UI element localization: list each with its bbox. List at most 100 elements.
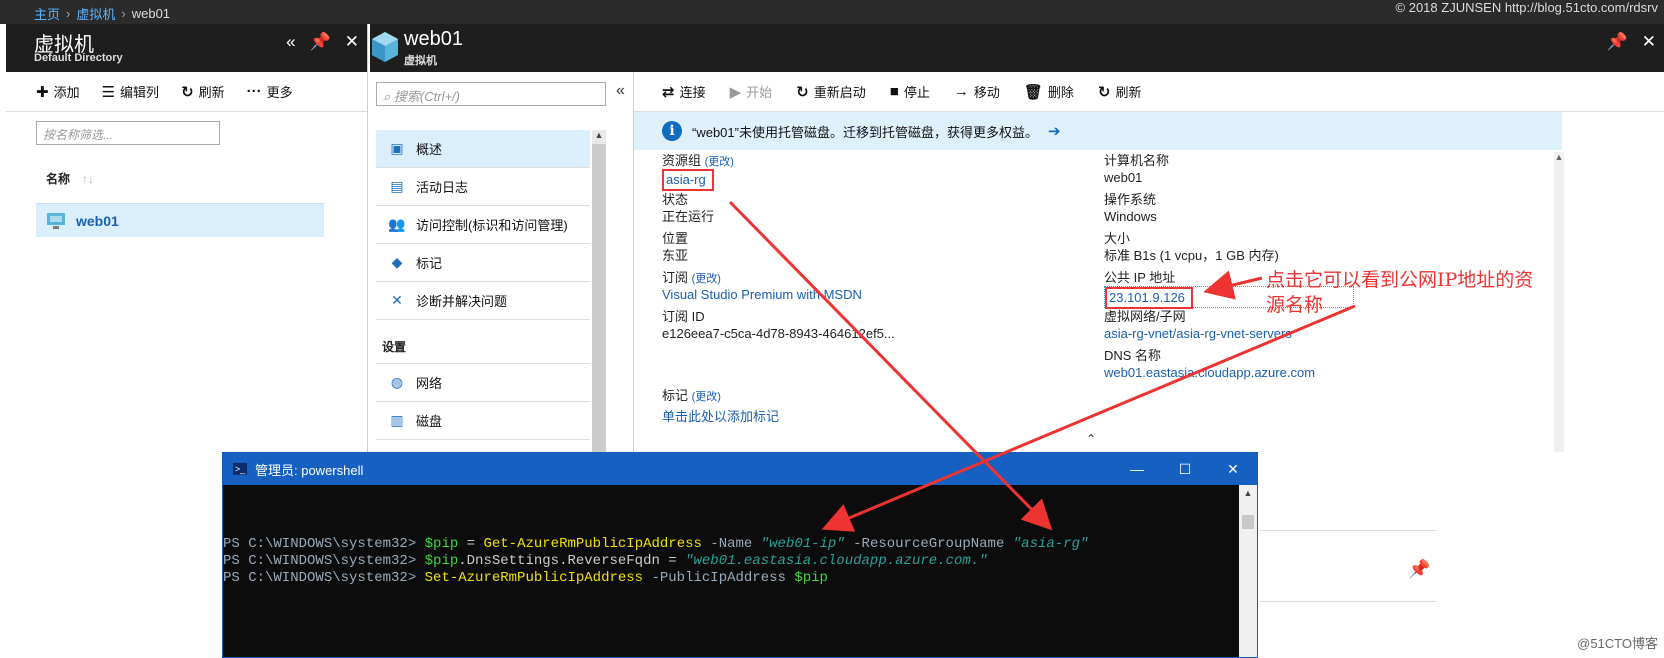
notice-text: “web01”未使用托管磁盘。迁移到托管磁盘，获得更多权益。 (692, 124, 1038, 140)
table-row[interactable]: web01 (36, 203, 324, 237)
breadcrumb: 主页 › 虚拟机 › web01 (34, 4, 170, 23)
search-input[interactable]: ⌕ 搜索(Ctrl+/) (376, 82, 606, 106)
toolbar-label: 停止 (903, 85, 930, 100)
pin-icon[interactable]: 📌 (1607, 32, 1628, 52)
filter-input[interactable]: 按名称筛选... (36, 121, 220, 145)
vm-action-toolbar: ⇄ 连接 ▶ 开始 ↻ 重新启动 ■ 停止 → 移动 🗑 删除 ↻ 刷新 (634, 72, 1664, 112)
vm-button-2[interactable]: ↻ 重新启动 (796, 82, 866, 101)
list-button-3[interactable]: ··· 更多 (247, 82, 293, 101)
scroll-up-icon[interactable]: ▲ (1239, 485, 1257, 498)
change-subscription-link[interactable]: (更改) (692, 273, 721, 285)
public-ip-link[interactable]: 23.101.9.126 (1105, 287, 1193, 309)
location-value: 东亚 (662, 248, 689, 263)
close-icon[interactable]: ✕ (345, 32, 359, 52)
console-token: -Name (701, 536, 761, 552)
menu-item[interactable]: ▤ 活动日志 (376, 168, 590, 206)
status-label: 状态 (662, 192, 689, 207)
menu-item-label: 网络 (416, 376, 443, 391)
connect-icon: ⇄ (662, 83, 675, 101)
console-line: PS C:\WINDOWS\system32> $pip.DnsSettings… (223, 553, 1239, 570)
console-token: Set-AzureRmPublicIpAddress (424, 570, 644, 586)
vnet-link[interactable]: asia-rg-vnet/asia-rg-vnet-servers (1104, 325, 1354, 347)
column-header-name[interactable]: 名称 ↑↓ (46, 170, 94, 187)
vm-list-toolbar: ✚ 添加 ☰ 编辑列 ↻ 刷新 ··· 更多 (6, 72, 367, 112)
collapse-menu-icon[interactable]: « (616, 82, 625, 100)
vm-button-0[interactable]: ⇄ 连接 (662, 82, 706, 101)
vm-button-6[interactable]: ↻ 刷新 (1098, 82, 1142, 101)
powershell-titlebar[interactable]: >_ 管理员: powershell — ☐ ✕ (223, 453, 1257, 485)
arrow-right-icon[interactable]: ➔ (1048, 122, 1061, 140)
collapse-left-icon[interactable]: « (286, 32, 295, 52)
move-icon: → (953, 83, 969, 100)
scroll-thumb[interactable] (1242, 515, 1254, 529)
vm-name: web01 (76, 212, 119, 229)
vm-button-5[interactable]: 🗑 删除 (1024, 82, 1074, 101)
menu-item[interactable]: ▣ 概述 (376, 130, 590, 168)
console-token: Get-AzureRmPublicIpAddress (483, 536, 702, 552)
managed-disk-notice[interactable]: i “web01”未使用托管磁盘。迁移到托管磁盘，获得更多权益。 ➔ (634, 112, 1562, 150)
toolbar-label: 删除 (1047, 85, 1074, 100)
console-token: "asia-rg" (1012, 536, 1089, 552)
menu-item[interactable]: ▥ 磁盘 (376, 402, 590, 440)
start-icon: ▶ (729, 83, 742, 101)
dns-label: DNS 名称 (1104, 348, 1162, 363)
console-token: -PublicIpAddress (643, 570, 795, 586)
console-token: -ResourceGroupName (844, 536, 1013, 552)
toolbar-label: 重新启动 (813, 85, 866, 100)
menu-scrollbar[interactable]: ▲ (592, 130, 606, 470)
content-scrollbar[interactable]: ▲ (1554, 152, 1564, 452)
breadcrumb-vms[interactable]: 虚拟机 (76, 4, 115, 23)
delete-icon: 🗑 (1023, 83, 1043, 101)
settings-section-header: 设置 (376, 330, 590, 364)
maximize-icon[interactable]: ☐ (1161, 453, 1209, 485)
toolbar-label: 移动 (973, 85, 1000, 100)
menu-item[interactable]: ✕ 诊断并解决问题 (376, 282, 590, 320)
console-line: PS C:\WINDOWS\system32> Set-AzureRmPubli… (223, 570, 1239, 587)
overview-icon: ▣ (390, 140, 404, 156)
close-icon[interactable]: ✕ (1209, 453, 1257, 485)
console-scrollbar[interactable]: ▲ (1239, 485, 1257, 657)
subscription-link[interactable]: Visual Studio Premium with MSDN (662, 286, 895, 308)
size-value: 标准 B1s (1 vcpu，1 GB 内存) (1104, 248, 1279, 263)
change-tags-link[interactable]: (更改) (692, 391, 721, 403)
chevron-right-icon: › (121, 6, 126, 21)
scroll-up-icon[interactable]: ▲ (1554, 152, 1564, 162)
add-tags-link[interactable]: 单击此处以添加标记 (662, 408, 895, 430)
breadcrumb-home[interactable]: 主页 (34, 4, 60, 23)
tile-card: 📌 (1260, 530, 1436, 602)
close-icon[interactable]: ✕ (1642, 32, 1656, 52)
watermark-bottom: @51CTO博客 (1577, 636, 1658, 651)
minimize-icon[interactable]: — (1113, 453, 1161, 485)
dns-link[interactable]: web01.eastasia.cloudapp.azure.com (1104, 364, 1354, 386)
resource-group-link[interactable]: asia-rg (662, 169, 714, 191)
pin-icon[interactable]: 📌 (310, 32, 331, 52)
list-button-2[interactable]: ↻ 刷新 (181, 82, 225, 101)
vm-button-3[interactable]: ■ 停止 (890, 82, 930, 101)
console-token: $pip (794, 570, 828, 586)
vm-button-4[interactable]: → 移动 (954, 82, 1000, 101)
pin-icon[interactable]: 📌 (1408, 559, 1430, 580)
console-token: $pip (424, 553, 459, 569)
menu-item[interactable]: 👥 访问控制(标识和访问管理) (376, 206, 590, 244)
window-title: 管理员: powershell (255, 462, 364, 478)
size-label: 大小 (1104, 231, 1131, 246)
console-token: $pip (424, 536, 459, 552)
toolbar-label: 添加 (53, 85, 80, 100)
blade-header: 虚拟机 Default Directory « 📌 ✕ (6, 24, 367, 72)
computer-name-label: 计算机名称 (1104, 153, 1170, 168)
vm-icon (47, 212, 65, 229)
console-output[interactable]: PS C:\WINDOWS\system32> $pip = Get-Azure… (223, 485, 1239, 657)
list-button-0[interactable]: ✚ 添加 (36, 82, 80, 101)
os-value: Windows (1104, 209, 1157, 224)
list-button-1[interactable]: ☰ 编辑列 (102, 82, 159, 101)
search-icon: ⌕ (383, 89, 394, 104)
collapse-essentials-icon[interactable]: ⌃ (1086, 432, 1096, 446)
menu-item-label: 活动日志 (416, 180, 469, 195)
change-resource-group-link[interactable]: (更改) (705, 156, 734, 168)
sort-icon[interactable]: ↑↓ (82, 172, 94, 186)
scroll-up-icon[interactable]: ▲ (592, 130, 606, 144)
menu-item[interactable]: ◍ 网络 (376, 364, 590, 402)
vm-button-1[interactable]: ▶ 开始 (730, 82, 773, 101)
menu-item[interactable]: ◆ 标记 (376, 244, 590, 282)
chevron-right-icon: › (66, 6, 71, 21)
